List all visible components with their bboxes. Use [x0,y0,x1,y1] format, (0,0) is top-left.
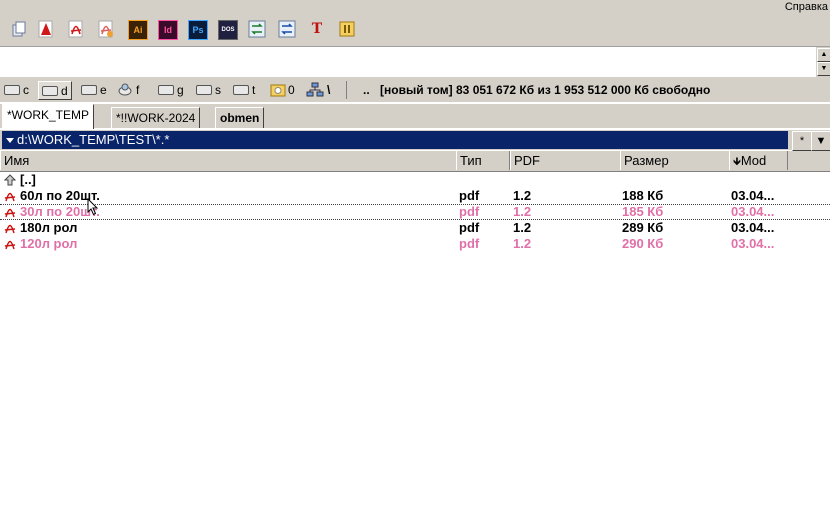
file-pdf-version: 1.2 [513,220,532,235]
toolbar: Ai Id Ps DOS T [0,14,830,47]
drive-t-button[interactable]: t [233,82,255,98]
scroll-down-icon[interactable]: ▼ [817,62,830,76]
drive-bar: c d e f g s t 0 \ .. [новый том] 83 051 … [0,78,830,102]
volume-info: [новый том] 83 051 672 Кб из 1 953 512 0… [380,83,711,97]
drive-d-button[interactable]: d [38,81,72,100]
indesign-icon[interactable]: Id [158,20,178,40]
file-row[interactable]: 30л по 20шт. pdf 1.2 185 Кб 03.04... [0,204,830,220]
file-modified: 03.04... [731,188,775,203]
pdf-file-icon [4,224,16,234]
path-bar: d:\WORK_TEMP\TEST\*.* * ▼ [0,130,830,151]
drive-f-button[interactable]: f [118,82,139,98]
pdf-file-icon [4,192,16,202]
command-scrollbar[interactable]: ▲ ▼ [816,47,830,77]
drive-label: e [100,83,107,97]
network-drive-icon [118,83,132,96]
folder-tabs: *WORK_TEMP *!!WORK-2024 obmen [0,104,830,129]
root-dir-button[interactable]: \ [327,82,330,98]
drive-c-button[interactable]: c [4,82,29,98]
drive-icon [42,85,58,96]
file-name: 180л рол [20,220,78,235]
file-type: pdf [459,204,480,219]
archive-icon[interactable] [338,20,356,38]
current-path[interactable]: d:\WORK_TEMP\TEST\*.* [2,131,788,149]
acrobat-icon[interactable] [37,20,55,38]
drive-label: f [136,83,140,97]
drive-s-button[interactable]: s [196,82,221,98]
tab-work-2024[interactable]: *!!WORK-2024 [111,107,201,128]
pdf-icon[interactable] [67,20,85,38]
file-type: pdf [459,220,480,235]
drive-e-button[interactable]: e [81,82,107,98]
tab-work-temp[interactable]: *WORK_TEMP [2,104,95,129]
drive-label: t [252,83,256,97]
scroll-up-icon[interactable]: ▲ [817,48,830,62]
file-size: 289 Кб [622,220,664,235]
sort-arrow-icon: 🡻 [733,156,741,168]
mouse-cursor-icon [87,198,99,216]
column-pdf[interactable]: PDF [510,151,621,170]
column-mod-label: Mod [740,153,767,168]
text-tool-icon[interactable]: T [308,20,326,38]
drive-label: 0 [288,83,295,97]
file-pdf-version: 1.2 [513,204,532,219]
copy-files-icon[interactable] [10,20,28,38]
file-size: 290 Кб [622,236,664,251]
path-text: d:\WORK_TEMP\TEST\*.* [17,132,170,147]
dos-console-icon[interactable]: DOS [218,20,238,40]
illustrator-icon[interactable]: Ai [128,20,148,40]
file-size: 188 Кб [622,188,664,203]
file-type: pdf [459,188,480,203]
drive-icon [196,85,212,95]
network-icon [306,82,324,97]
file-pdf-version: 1.2 [513,188,532,203]
file-type: pdf [459,236,480,251]
drive-label: s [215,83,221,97]
file-row[interactable]: 120л рол pdf 1.2 290 Кб 03.04... [0,236,830,252]
column-mod[interactable]: 🡻Mod [729,151,788,170]
file-row[interactable]: 180л рол pdf 1.2 289 Кб 03.04... [0,220,830,236]
drive-icon [233,85,249,95]
chevron-down-icon[interactable] [6,138,14,143]
column-header: Имя Тип PDF Размер 🡻Mod [0,151,830,172]
menu-help[interactable]: Справка [785,0,828,14]
drive-label: c [23,83,29,97]
sync-icon[interactable] [248,20,266,38]
drive-label: d [61,83,68,98]
command-line-area[interactable]: ▲ ▼ [0,47,830,78]
history-button[interactable]: * [792,131,812,151]
file-pdf-version: 1.2 [513,236,532,251]
hotlist-button[interactable]: ▼ [811,131,830,151]
file-modified: 03.04... [731,204,775,219]
drive-icon [81,85,97,95]
tab-obmen[interactable]: obmen [215,107,265,128]
file-row-parent[interactable]: [..] [0,172,830,188]
drive-g-button[interactable]: g [158,82,184,98]
file-size: 185 Кб [622,204,664,219]
parent-dir-button[interactable]: .. [363,82,370,98]
file-modified: 03.04... [731,236,775,251]
photoshop-icon[interactable]: Ps [188,20,208,40]
file-modified: 03.04... [731,220,775,235]
menu-bar: Справка [0,0,830,14]
drive-icon [4,85,20,95]
column-type[interactable]: Тип [456,151,510,170]
file-row[interactable]: 60л по 20шт. pdf 1.2 188 Кб 03.04... [0,188,830,204]
pdf-file-icon [4,208,16,218]
cd-drive-icon [270,84,286,97]
file-name: [..] [20,172,36,187]
network-button[interactable] [306,82,324,98]
compare-icon[interactable] [278,20,296,38]
drive-0-button[interactable]: 0 [270,82,295,98]
file-name: 120л рол [20,236,78,251]
up-arrow-icon [4,174,16,186]
file-list: [..] 60л по 20шт. pdf 1.2 188 Кб 03.04..… [0,172,830,252]
pdf-file-icon [4,240,16,250]
drive-label: g [177,83,184,97]
column-size[interactable]: Размер [620,151,730,170]
drive-icon [158,85,174,95]
column-name[interactable]: Имя [0,151,457,170]
pdf-alt-icon[interactable] [97,20,115,38]
divider [346,81,347,99]
